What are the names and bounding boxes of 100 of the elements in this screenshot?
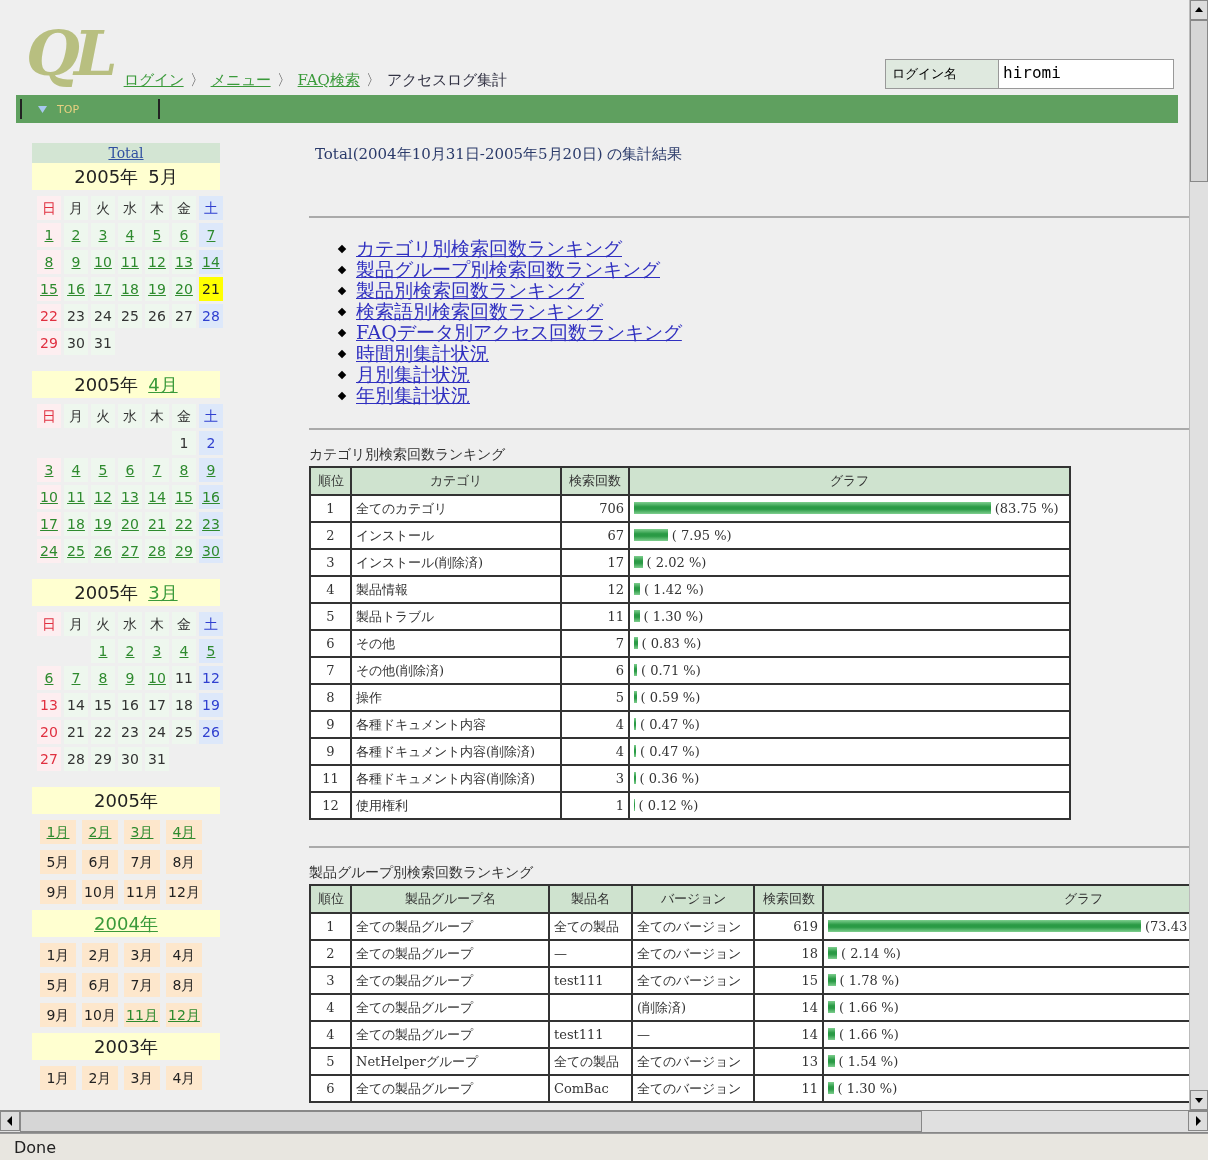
calendar-day[interactable]: 8	[37, 250, 61, 274]
calendar-day[interactable]: 16	[199, 485, 223, 509]
total-link[interactable]: Total	[108, 145, 144, 161]
calendar-day[interactable]: 6	[118, 458, 142, 482]
report-link[interactable]: 製品別検索回数ランキング	[356, 280, 584, 301]
report-link[interactable]: 時間別集計状況	[356, 343, 489, 364]
table-cell: 619	[754, 913, 823, 940]
table-cell: —	[632, 1021, 754, 1048]
calendar-day[interactable]: 9	[64, 250, 88, 274]
report-link[interactable]: 製品グループ別検索回数ランキング	[356, 259, 660, 280]
calendar-day[interactable]: 15	[172, 485, 196, 509]
calendar-day[interactable]: 18	[118, 277, 142, 301]
calendar-day: 21	[64, 720, 88, 744]
month-cell[interactable]: 11月	[124, 1003, 160, 1027]
calendar-day[interactable]: 28	[145, 539, 169, 563]
table-cell: 1	[310, 913, 351, 940]
percent-label: (73.43	[1145, 918, 1188, 936]
month-cell[interactable]: 2月	[82, 820, 118, 844]
calendar-day[interactable]: 11	[64, 485, 88, 509]
calendar-day[interactable]: 6	[37, 666, 61, 690]
calendar-day[interactable]: 9	[199, 458, 223, 482]
table-cell: 6	[310, 630, 351, 657]
calendar-day[interactable]: 5	[145, 223, 169, 247]
calendar-day: 24	[91, 304, 115, 328]
calendar-day[interactable]: 19	[91, 512, 115, 536]
calendar-day[interactable]: 16	[64, 277, 88, 301]
report-link[interactable]: カテゴリ別検索回数ランキング	[356, 238, 622, 259]
calendar-day[interactable]: 24	[37, 539, 61, 563]
calendar-day[interactable]: 1	[91, 639, 115, 663]
horizontal-scrollbar[interactable]	[0, 1110, 1208, 1133]
month-cell: 5月	[40, 973, 76, 997]
calendar-day[interactable]: 12	[91, 485, 115, 509]
report-link[interactable]: 月別集計状況	[356, 364, 470, 385]
calendar-day[interactable]: 18	[64, 512, 88, 536]
calendar-day[interactable]: 20	[118, 512, 142, 536]
calendar-day[interactable]: 4	[118, 223, 142, 247]
calendar-day[interactable]: 5	[91, 458, 115, 482]
calendar-day[interactable]: 7	[199, 223, 223, 247]
month-cell: 7月	[124, 973, 160, 997]
calendar-day: 19	[199, 693, 223, 717]
calendar-day[interactable]: 13	[172, 250, 196, 274]
calendar-day[interactable]: 6	[172, 223, 196, 247]
calendar-day[interactable]: 11	[118, 250, 142, 274]
calendar-day[interactable]: 26	[91, 539, 115, 563]
table-cell: 8	[310, 684, 351, 711]
calendar-day[interactable]: 10	[145, 666, 169, 690]
calendar-day[interactable]: 23	[199, 512, 223, 536]
table-cell: 18	[754, 940, 823, 967]
calendar-day[interactable]: 10	[91, 250, 115, 274]
calendar-day[interactable]: 10	[37, 485, 61, 509]
top-link[interactable]: TOP	[57, 102, 79, 116]
calendar-day[interactable]: 7	[145, 458, 169, 482]
report-link[interactable]: FAQデータ別アクセス回数ランキング	[356, 322, 682, 343]
month-link[interactable]: 4月	[148, 374, 178, 395]
calendar-day[interactable]: 2	[118, 639, 142, 663]
calendar-day[interactable]: 3	[37, 458, 61, 482]
month-cell[interactable]: 4月	[166, 820, 202, 844]
report-link[interactable]: 年別集計状況	[356, 385, 470, 406]
calendar-day[interactable]: 2	[64, 223, 88, 247]
month-cell[interactable]: 12月	[166, 1003, 202, 1027]
calendar-day[interactable]: 4	[172, 639, 196, 663]
year-link[interactable]: 2004年	[94, 913, 158, 934]
calendar-day[interactable]: 27	[118, 539, 142, 563]
breadcrumb-link[interactable]: FAQ検索	[297, 71, 360, 90]
table-cell: 14	[754, 994, 823, 1021]
calendar-day[interactable]: 20	[172, 277, 196, 301]
calendar-day[interactable]: 4	[64, 458, 88, 482]
calendar-day[interactable]: 14	[199, 250, 223, 274]
column-header: カテゴリ	[351, 467, 561, 495]
report-link[interactable]: 検索語別検索回数ランキング	[356, 301, 603, 322]
column-header: 検索回数	[754, 885, 823, 913]
calendar-day[interactable]: 8	[91, 666, 115, 690]
breadcrumb-link[interactable]: メニュー	[210, 71, 271, 90]
month-cell: 3月	[124, 943, 160, 967]
calendar-day[interactable]: 12	[145, 250, 169, 274]
calendar-day[interactable]: 9	[118, 666, 142, 690]
calendar-day[interactable]: 14	[145, 485, 169, 509]
breadcrumb-link[interactable]: ログイン	[123, 71, 184, 90]
calendar-day[interactable]: 13	[118, 485, 142, 509]
calendar-day[interactable]: 7	[64, 666, 88, 690]
calendar-day[interactable]: 8	[172, 458, 196, 482]
calendar-day[interactable]: 3	[91, 223, 115, 247]
calendar-day[interactable]: 5	[199, 639, 223, 663]
calendar-day[interactable]: 1	[37, 223, 61, 247]
calendar-day[interactable]: 17	[37, 512, 61, 536]
scroll-thumb[interactable]	[20, 1111, 922, 1132]
calendar-day[interactable]: 30	[199, 539, 223, 563]
calendar-day[interactable]: 21	[145, 512, 169, 536]
scroll-thumb[interactable]	[1190, 20, 1208, 182]
vertical-scrollbar[interactable]	[1189, 0, 1208, 1110]
month-cell[interactable]: 3月	[124, 820, 160, 844]
calendar-day[interactable]: 19	[145, 277, 169, 301]
month-link[interactable]: 3月	[148, 582, 178, 603]
month-cell[interactable]: 1月	[40, 820, 76, 844]
calendar-day[interactable]: 17	[91, 277, 115, 301]
calendar-day[interactable]: 15	[37, 277, 61, 301]
calendar-day[interactable]: 25	[64, 539, 88, 563]
calendar-day[interactable]: 22	[172, 512, 196, 536]
calendar-day[interactable]: 3	[145, 639, 169, 663]
calendar-day[interactable]: 29	[172, 539, 196, 563]
